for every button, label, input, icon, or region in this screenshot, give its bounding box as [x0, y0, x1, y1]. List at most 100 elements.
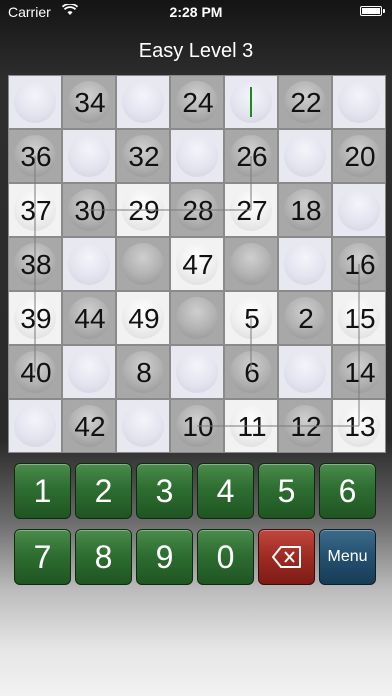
cell-number: 2	[298, 303, 314, 334]
number-cell[interactable]: 10	[170, 399, 224, 453]
cell-disc	[122, 405, 164, 447]
number-cell[interactable]: 11	[224, 399, 278, 453]
cell-number: 10	[182, 411, 214, 442]
number-cell[interactable]: 39	[8, 291, 62, 345]
number-cell[interactable]: 47	[170, 237, 224, 291]
number-keypad: 1 2 3 4 5 6 7 8 9 0 Menu	[0, 463, 392, 587]
cell-number: 15	[344, 303, 376, 334]
number-cell[interactable]: 27	[224, 183, 278, 237]
cell-number: 22	[290, 87, 322, 118]
number-cell[interactable]: 26	[224, 129, 278, 183]
empty-cell[interactable]	[278, 129, 332, 183]
number-cell[interactable]: 8	[116, 345, 170, 399]
text-cursor	[250, 87, 252, 117]
empty-cell[interactable]	[62, 345, 116, 399]
cell-disc	[122, 243, 164, 285]
digit-2-button[interactable]: 2	[75, 463, 132, 519]
cell-number: 32	[128, 141, 160, 172]
empty-cell[interactable]	[278, 237, 332, 291]
cell-number: 47	[182, 249, 214, 280]
empty-cell[interactable]	[224, 237, 278, 291]
number-cell[interactable]: 34	[62, 75, 116, 129]
number-cell[interactable]: 44	[62, 291, 116, 345]
number-cell[interactable]: 22	[278, 75, 332, 129]
empty-cell[interactable]	[116, 75, 170, 129]
cell-disc	[68, 351, 110, 393]
number-cell[interactable]: 12	[278, 399, 332, 453]
number-cell[interactable]: 5	[224, 291, 278, 345]
level-title: Easy Level 3	[138, 40, 254, 62]
empty-cell[interactable]	[8, 75, 62, 129]
number-cell[interactable]: 18	[278, 183, 332, 237]
cell-number: 8	[136, 357, 152, 388]
empty-cell[interactable]	[170, 129, 224, 183]
number-cell[interactable]: 49	[116, 291, 170, 345]
digit-8-button[interactable]: 8	[75, 529, 132, 585]
number-cell[interactable]: 14	[332, 345, 386, 399]
number-cell[interactable]: 30	[62, 183, 116, 237]
cell-number: 28	[182, 195, 214, 226]
number-cell[interactable]: 37	[8, 183, 62, 237]
number-cell[interactable]: 24	[170, 75, 224, 129]
cell-number: 5	[244, 303, 260, 334]
cell-number: 29	[128, 195, 160, 226]
empty-cell[interactable]	[8, 399, 62, 453]
number-cell[interactable]: 28	[170, 183, 224, 237]
clock: 2:28 PM	[169, 4, 223, 20]
empty-cell[interactable]	[62, 237, 116, 291]
cell-number: 40	[20, 357, 52, 388]
cell-disc	[176, 297, 218, 339]
cell-disc	[68, 135, 110, 177]
cell-disc	[122, 81, 164, 123]
cell-number: 37	[20, 195, 52, 226]
empty-cell[interactable]	[278, 345, 332, 399]
number-cell[interactable]: 36	[8, 129, 62, 183]
empty-cell[interactable]	[116, 237, 170, 291]
empty-cell[interactable]	[116, 399, 170, 453]
number-cell[interactable]: 2	[278, 291, 332, 345]
cell-disc	[284, 243, 326, 285]
digit-6-button[interactable]: 6	[319, 463, 376, 519]
cell-disc	[230, 243, 272, 285]
empty-cell[interactable]	[170, 291, 224, 345]
delete-button[interactable]	[258, 529, 315, 585]
digit-7-button[interactable]: 7	[14, 529, 71, 585]
cell-number: 27	[236, 195, 268, 226]
number-cell[interactable]: 38	[8, 237, 62, 291]
cell-number: 16	[344, 249, 376, 280]
cell-disc	[338, 189, 380, 231]
number-cell[interactable]: 32	[116, 129, 170, 183]
empty-cell[interactable]	[62, 129, 116, 183]
cell-number: 13	[344, 411, 376, 442]
number-cell[interactable]: 42	[62, 399, 116, 453]
cell-number: 14	[344, 357, 376, 388]
number-cell[interactable]: 40	[8, 345, 62, 399]
number-cell[interactable]: 6	[224, 345, 278, 399]
empty-cell[interactable]	[332, 75, 386, 129]
cell-number: 36	[20, 141, 52, 172]
number-cell[interactable]: 16	[332, 237, 386, 291]
digit-0-button[interactable]: 0	[197, 529, 254, 585]
number-cell[interactable]: 20	[332, 129, 386, 183]
cell-number: 12	[290, 411, 322, 442]
number-cell[interactable]: 15	[332, 291, 386, 345]
cell-disc	[14, 405, 56, 447]
empty-cell[interactable]	[170, 345, 224, 399]
cell-disc	[14, 81, 56, 123]
battery-icon	[360, 6, 385, 16]
cell-number: 49	[128, 303, 160, 334]
cell-disc	[176, 351, 218, 393]
cell-number: 18	[290, 195, 322, 226]
digit-9-button[interactable]: 9	[136, 529, 193, 585]
digit-5-button[interactable]: 5	[258, 463, 315, 519]
digit-4-button[interactable]: 4	[197, 463, 254, 519]
empty-cell[interactable]	[332, 183, 386, 237]
menu-button[interactable]: Menu	[319, 529, 376, 585]
digit-3-button[interactable]: 3	[136, 463, 193, 519]
cell-number: 42	[74, 411, 106, 442]
number-cell[interactable]: 13	[332, 399, 386, 453]
number-cell[interactable]: 29	[116, 183, 170, 237]
digit-1-button[interactable]: 1	[14, 463, 71, 519]
cell-number: 24	[182, 87, 214, 118]
cell-number: 20	[344, 141, 376, 172]
